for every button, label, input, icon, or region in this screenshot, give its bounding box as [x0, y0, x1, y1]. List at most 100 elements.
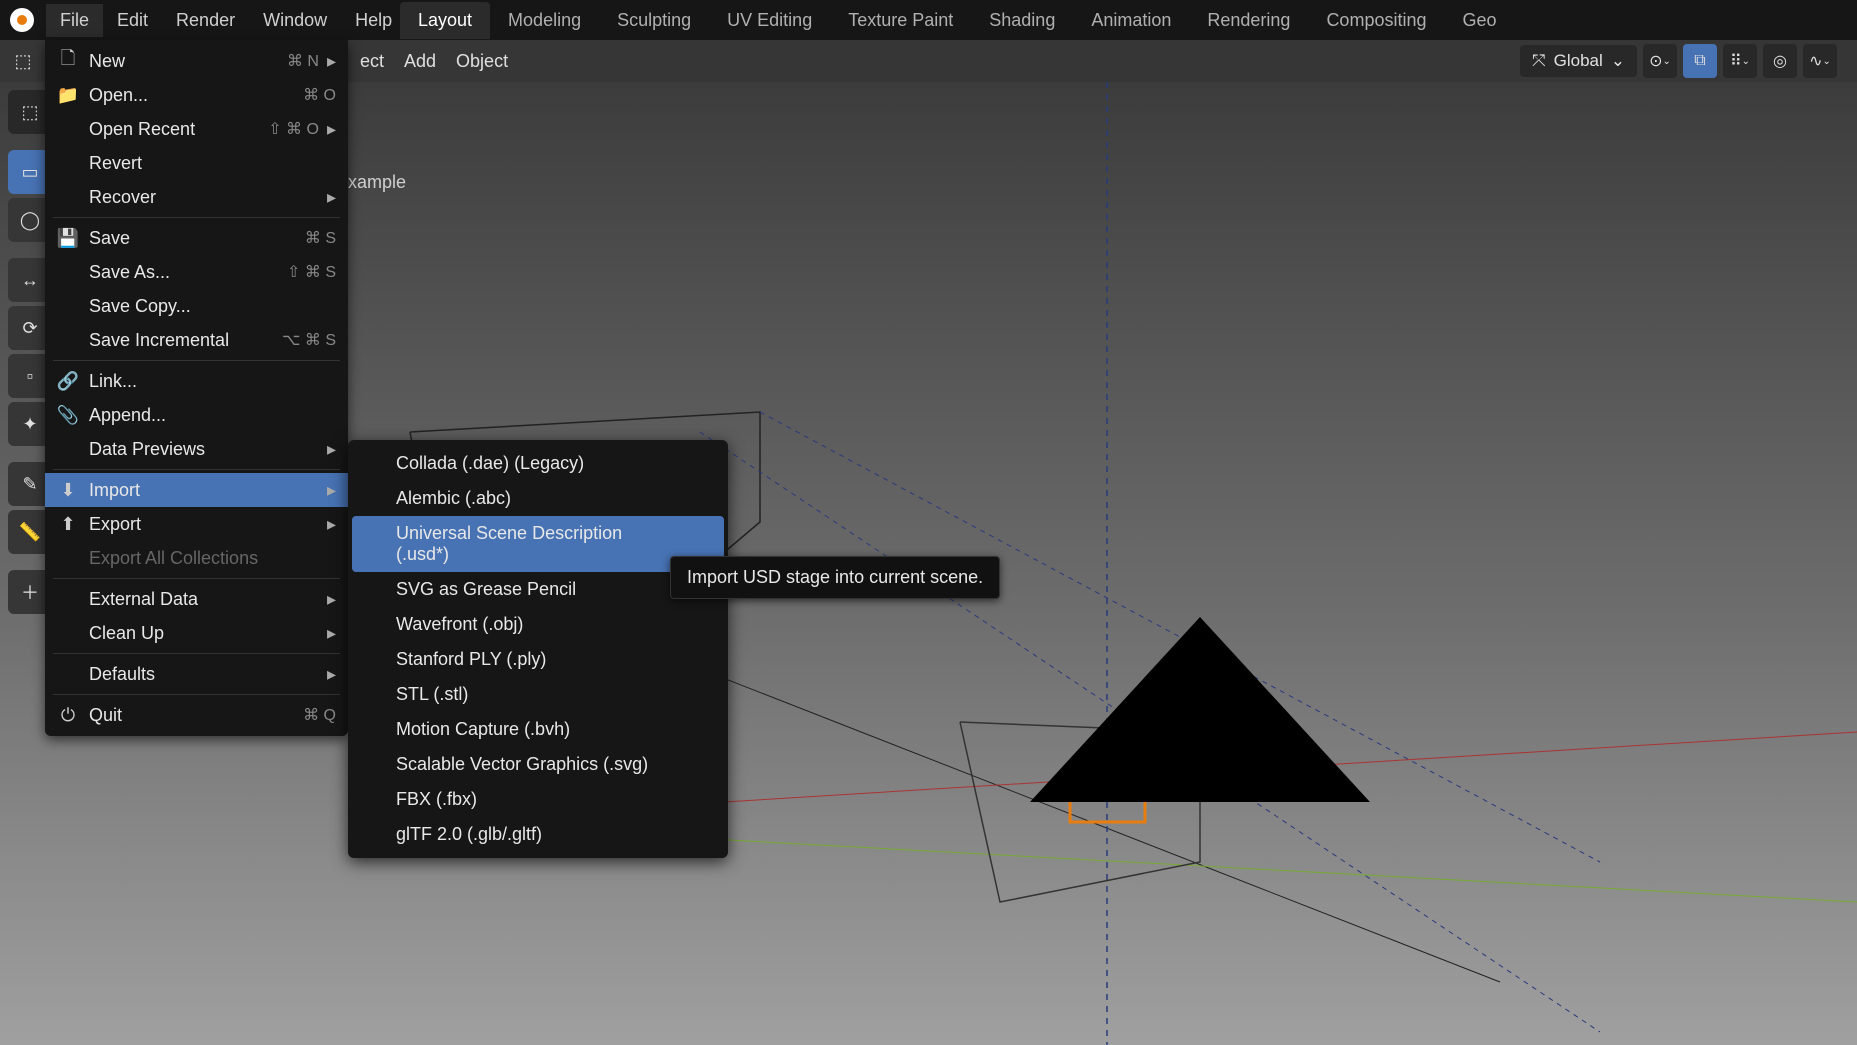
snap-toggle[interactable]: ⧉ [1683, 44, 1717, 78]
chevron-right-icon: ▸ [327, 119, 336, 140]
workspace-tabs: Layout Modeling Sculpting UV Editing Tex… [400, 0, 1515, 40]
file-data-previews[interactable]: Data Previews ▸ [45, 432, 348, 466]
import-submenu: Collada (.dae) (Legacy) Alembic (.abc) U… [348, 440, 728, 858]
file-save-copy[interactable]: Save Copy... [45, 289, 348, 323]
tab-compositing[interactable]: Compositing [1308, 2, 1444, 39]
tooltip: Import USD stage into current scene. [670, 556, 1000, 599]
orientation-dropdown[interactable]: ⤧ Global ⌄ [1520, 45, 1637, 77]
file-save-copy-label: Save Copy... [89, 296, 336, 317]
import-svg[interactable]: Scalable Vector Graphics (.svg) [352, 747, 724, 782]
header-menu-object[interactable]: Object [446, 47, 518, 76]
chevron-right-icon: ▸ [327, 589, 336, 610]
file-export[interactable]: ⬆ Export ▸ [45, 507, 348, 541]
menu-help[interactable]: Help [341, 4, 406, 37]
file-save-inc-label: Save Incremental [89, 330, 270, 351]
shortcut-text: ⇧ ⌘ O [268, 119, 319, 139]
shortcut-text: ⇧ ⌘ S [287, 262, 336, 282]
file-append[interactable]: 📎 Append... [45, 398, 348, 432]
file-clean-up[interactable]: Clean Up ▸ [45, 616, 348, 650]
file-defaults[interactable]: Defaults ▸ [45, 657, 348, 691]
tab-shading[interactable]: Shading [971, 2, 1073, 39]
chevron-right-icon: ▸ [327, 439, 336, 460]
axes-icon: ⤧ [1532, 51, 1546, 71]
shortcut-text: ⌘ S [305, 228, 336, 248]
viewport-overlay-text: xample [348, 172, 406, 193]
file-external-data-label: External Data [89, 589, 319, 610]
import-gltf[interactable]: glTF 2.0 (.glb/.gltf) [352, 817, 724, 852]
snap-dropdown[interactable]: ⠿⌄ [1723, 44, 1757, 78]
import-stl[interactable]: STL (.stl) [352, 677, 724, 712]
menu-edit[interactable]: Edit [103, 4, 162, 37]
export-icon: ⬆ [57, 513, 79, 535]
shortcut-text: ⌥ ⌘ S [282, 330, 336, 350]
tab-layout[interactable]: Layout [400, 2, 490, 39]
import-svg-grease-pencil[interactable]: SVG as Grease Pencil [352, 572, 724, 607]
chevron-right-icon: ▸ [327, 514, 336, 535]
new-file-icon: 🗋 [57, 50, 79, 72]
header-menu-add[interactable]: Add [394, 47, 446, 76]
file-new[interactable]: 🗋 New ⌘ N ▸ [45, 44, 348, 78]
file-link[interactable]: 🔗 Link... [45, 364, 348, 398]
import-wavefront[interactable]: Wavefront (.obj) [352, 607, 724, 642]
editor-type-icon[interactable]: ⬚ [6, 44, 40, 78]
file-save[interactable]: 💾 Save ⌘ S [45, 221, 348, 255]
file-open[interactable]: 📁 Open... ⌘ O [45, 78, 348, 112]
file-quit[interactable]: ⏻ Quit ⌘ Q [45, 698, 348, 732]
tab-animation[interactable]: Animation [1073, 2, 1189, 39]
import-fbx[interactable]: FBX (.fbx) [352, 782, 724, 817]
import-collada[interactable]: Collada (.dae) (Legacy) [352, 446, 724, 481]
chevron-right-icon: ▸ [327, 480, 336, 501]
folder-icon: 📁 [57, 84, 79, 106]
file-export-label: Export [89, 514, 319, 535]
menu-render[interactable]: Render [162, 4, 249, 37]
import-icon: ⬇ [57, 479, 79, 501]
tab-texture-paint[interactable]: Texture Paint [830, 2, 971, 39]
file-save-label: Save [89, 228, 293, 249]
import-usd[interactable]: Universal Scene Description (.usd*) [352, 516, 724, 572]
file-open-recent[interactable]: Open Recent ⇧ ⌘ O ▸ [45, 112, 348, 146]
pivot-dropdown[interactable]: ⊙⌄ [1643, 44, 1677, 78]
file-append-label: Append... [89, 405, 336, 426]
import-stanford-ply[interactable]: Stanford PLY (.ply) [352, 642, 724, 677]
file-open-label: Open... [89, 85, 291, 106]
file-new-label: New [89, 51, 275, 72]
proportional-dropdown[interactable]: ∿⌄ [1803, 44, 1837, 78]
proportional-toggle[interactable]: ◎ [1763, 44, 1797, 78]
file-import-label: Import [89, 480, 319, 501]
file-revert-label: Revert [89, 153, 336, 174]
menu-separator [53, 653, 340, 654]
tab-uv-editing[interactable]: UV Editing [709, 2, 830, 39]
tab-sculpting[interactable]: Sculpting [599, 2, 709, 39]
chevron-right-icon: ▸ [327, 664, 336, 685]
orientation-label: Global [1554, 51, 1603, 71]
file-revert[interactable]: Revert [45, 146, 348, 180]
menu-file[interactable]: File [46, 4, 103, 37]
chevron-right-icon: ▸ [327, 51, 336, 72]
import-alembic[interactable]: Alembic (.abc) [352, 481, 724, 516]
file-menu-dropdown: 🗋 New ⌘ N ▸ 📁 Open... ⌘ O Open Recent ⇧ … [45, 40, 348, 736]
import-bvh[interactable]: Motion Capture (.bvh) [352, 712, 724, 747]
file-export-all-label: Export All Collections [89, 548, 336, 569]
file-defaults-label: Defaults [89, 664, 319, 685]
tab-geometry[interactable]: Geo [1444, 2, 1514, 39]
tab-rendering[interactable]: Rendering [1189, 2, 1308, 39]
file-recover[interactable]: Recover ▸ [45, 180, 348, 214]
file-import[interactable]: ⬇ Import ▸ [45, 473, 348, 507]
file-quit-label: Quit [89, 705, 291, 726]
file-export-all-collections: Export All Collections [45, 541, 348, 575]
shortcut-text: ⌘ O [303, 85, 336, 105]
file-save-incremental[interactable]: Save Incremental ⌥ ⌘ S [45, 323, 348, 357]
menu-separator [53, 217, 340, 218]
file-save-as[interactable]: Save As... ⇧ ⌘ S [45, 255, 348, 289]
file-open-recent-label: Open Recent [89, 119, 256, 140]
menu-window[interactable]: Window [249, 4, 341, 37]
scene-triangle-mesh [1030, 617, 1370, 802]
file-external-data[interactable]: External Data ▸ [45, 582, 348, 616]
shortcut-text: ⌘ N [287, 51, 319, 71]
header-menu-select-partial[interactable]: ect [350, 47, 394, 76]
file-clean-up-label: Clean Up [89, 623, 319, 644]
file-save-as-label: Save As... [89, 262, 275, 283]
chevron-down-icon: ⌄ [1611, 51, 1625, 71]
menu-separator [53, 360, 340, 361]
tab-modeling[interactable]: Modeling [490, 2, 599, 39]
